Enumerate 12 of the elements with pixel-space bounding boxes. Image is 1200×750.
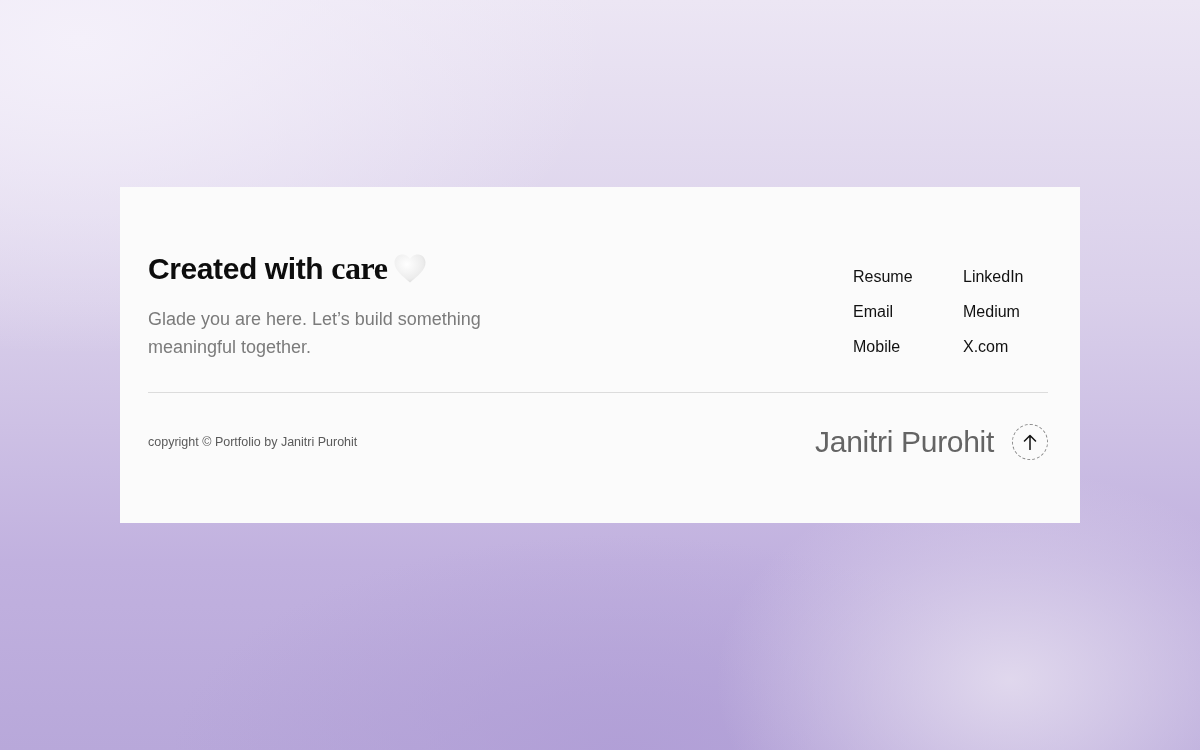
arrow-up-icon — [1023, 434, 1037, 450]
heart-icon — [393, 254, 426, 283]
footer-link[interactable]: Medium — [963, 302, 1020, 322]
footer-link[interactable]: Mobile — [853, 337, 901, 357]
author-name: Janitri Purohit — [815, 424, 994, 460]
heading: Created with care — [148, 250, 388, 287]
footer-link[interactable]: LinkedIn — [963, 267, 1024, 287]
footer-link[interactable]: X.com — [963, 337, 1009, 357]
footer-link[interactable]: Resume — [853, 267, 913, 287]
footer-link[interactable]: Email — [853, 302, 893, 322]
copyright-text: copyright © Portfolio by Janitri Purohit — [148, 435, 358, 449]
tagline: Glade you are here. Let’s build something meaningful together. — [148, 308, 482, 359]
